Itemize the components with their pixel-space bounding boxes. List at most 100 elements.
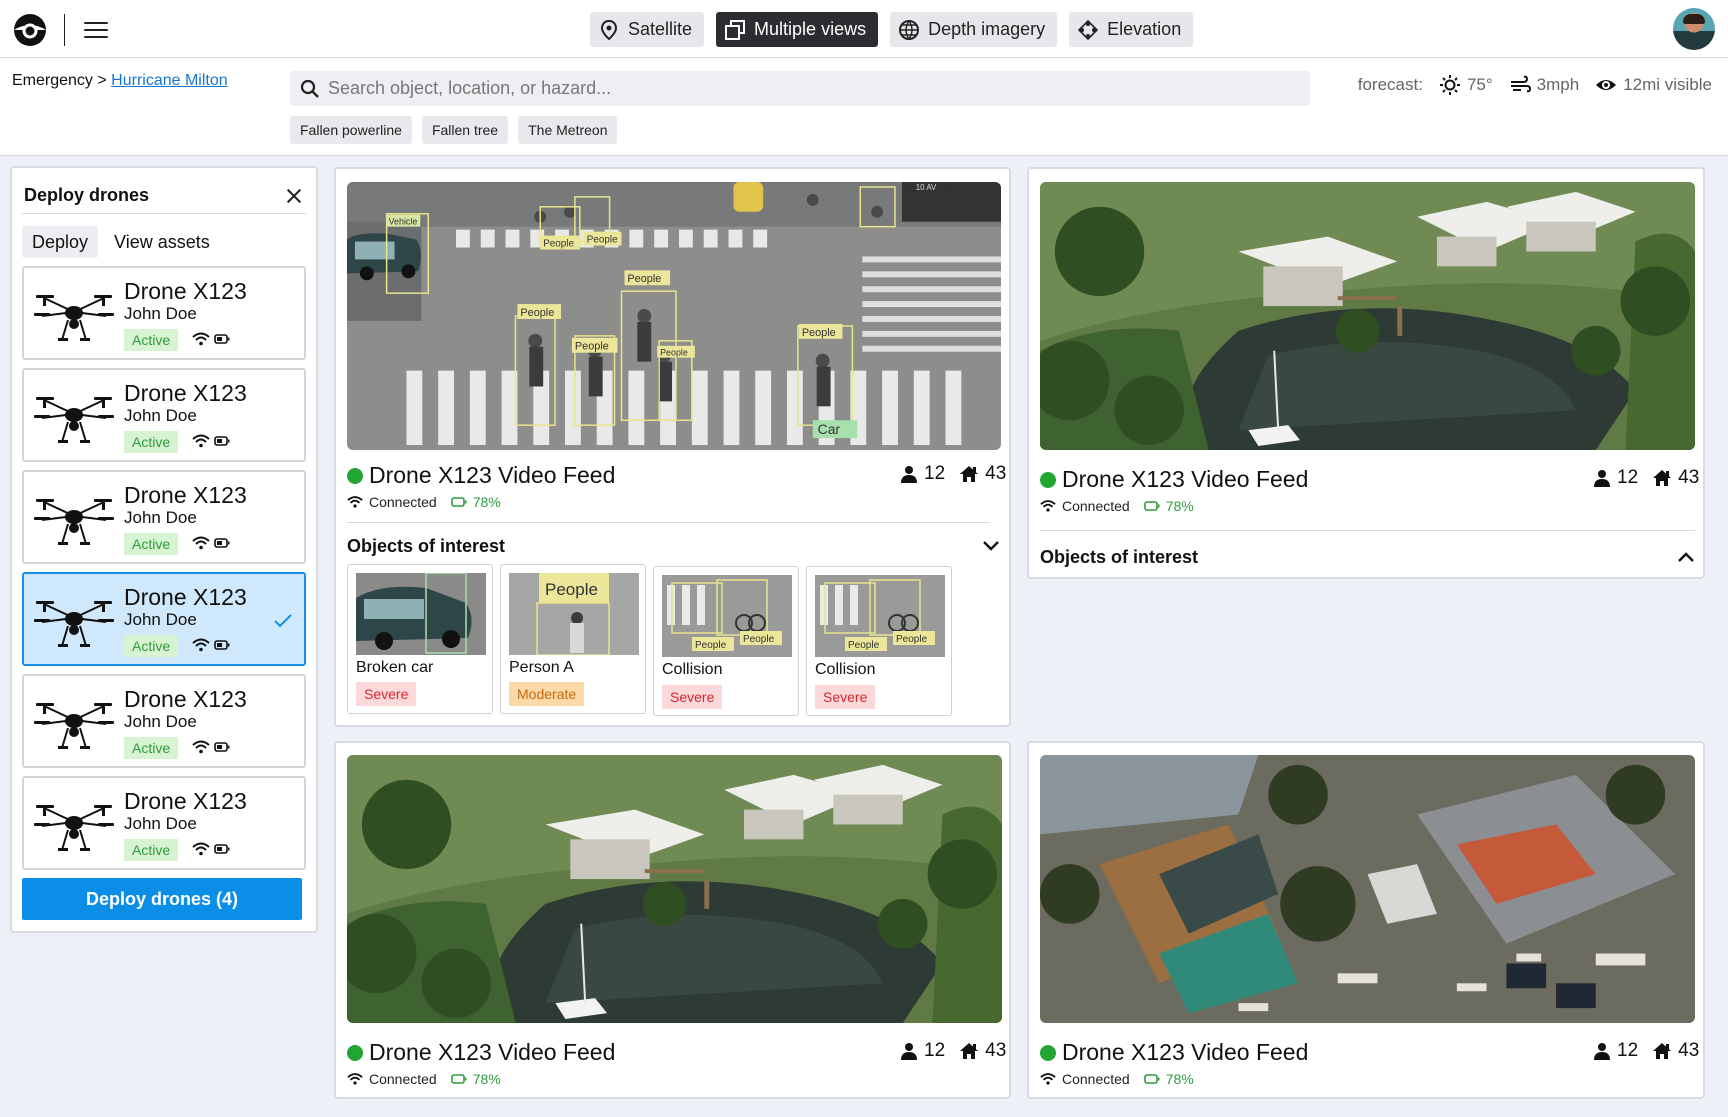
homes-count: 43 <box>985 1040 1007 1061</box>
app-logo-icon[interactable] <box>12 12 48 48</box>
wifi-icon <box>192 740 210 754</box>
damaged-roofs-aerial-image <box>1040 755 1695 1023</box>
feed-panel-3: Drone X123 Video Feed 12 43 Connected 78… <box>334 741 1011 1099</box>
feed-title-text: Drone X123 Video Feed <box>1062 1039 1309 1065</box>
people-count: 12 <box>924 1040 946 1061</box>
feed-connection-4: Connected 78% <box>1040 1071 1194 1087</box>
people-count: 12 <box>924 463 946 484</box>
home-icon <box>1652 469 1672 487</box>
location-pin-icon <box>600 19 618 40</box>
drone-card[interactable]: Drone X123 John Doe Active <box>22 266 306 360</box>
drone-name: Drone X123 <box>124 584 247 610</box>
detection-label: People <box>896 634 928 645</box>
status-badge: Active <box>124 635 179 657</box>
drone-card[interactable]: Drone X123 John Doe Active <box>22 776 306 870</box>
breadcrumb-separator: > <box>97 72 107 89</box>
drone-card[interactable]: Drone X123 John Doe Active <box>22 674 306 768</box>
severity-badge: Severe <box>815 685 876 709</box>
forecast-wind: 3mph <box>1509 74 1579 96</box>
close-icon[interactable] <box>284 186 304 206</box>
drone-card[interactable]: Drone X123 John Doe Active <box>22 368 306 462</box>
drone-card[interactable]: Drone X123 John Doe Active <box>22 572 306 666</box>
tab-view-assets[interactable]: View assets <box>104 226 220 258</box>
detection-label: People <box>848 640 880 651</box>
feed-stats-3: 12 43 <box>900 1040 1006 1062</box>
feed-title-3: Drone X123 Video Feed <box>347 1039 615 1066</box>
live-status-dot <box>1040 471 1056 488</box>
object-card-collision-1[interactable]: People People Collision Severe <box>653 566 799 716</box>
wifi-icon <box>192 434 210 448</box>
connection-status: Connected <box>1062 1071 1130 1087</box>
feed-title-text: Drone X123 Video Feed <box>369 462 616 488</box>
person-icon <box>900 1042 918 1060</box>
feed-stats-2: 12 43 <box>1593 467 1699 489</box>
drone-video-feed-2[interactable] <box>1040 182 1695 450</box>
drone-name: Drone X123 <box>124 788 247 814</box>
street-detection-image <box>347 182 1001 450</box>
object-thumbnail: People <box>509 573 639 655</box>
object-card-broken-car[interactable]: Broken car Severe <box>347 564 493 714</box>
wifi-icon <box>192 638 210 652</box>
feed-connection-2: Connected 78% <box>1040 498 1194 514</box>
drone-operator: John Doe <box>124 406 197 425</box>
object-card-person-a[interactable]: People Person A Moderate <box>500 564 646 714</box>
drone-video-feed-1[interactable] <box>347 182 1001 450</box>
feed-stats-1: 12 43 <box>900 463 1006 485</box>
battery-icon <box>214 640 230 650</box>
object-card-collision-2[interactable]: People People Collision Severe <box>806 566 952 716</box>
feed-connection-1: Connected 78% <box>347 494 501 510</box>
object-label: Collision <box>815 661 876 678</box>
battery-icon <box>214 334 230 344</box>
divider <box>347 522 990 523</box>
mode-elevation-label: Elevation <box>1107 19 1182 39</box>
drone-video-feed-3[interactable] <box>347 755 1002 1023</box>
search-bar <box>290 71 1310 106</box>
severity-badge: Moderate <box>509 682 585 706</box>
home-icon <box>959 465 979 483</box>
chip-fallen-tree[interactable]: Fallen tree <box>421 116 509 144</box>
wifi-icon <box>192 842 210 856</box>
drone-icon <box>34 286 114 344</box>
breadcrumb-current-link[interactable]: Hurricane Milton <box>111 72 227 89</box>
people-count: 12 <box>1617 467 1639 488</box>
homes-count: 43 <box>1678 1040 1700 1061</box>
object-thumbnail: People People <box>662 575 792 657</box>
battery-icon <box>451 495 467 509</box>
breadcrumb-root[interactable]: Emergency <box>12 72 93 89</box>
menu-icon[interactable] <box>84 18 108 42</box>
drone-operator: John Doe <box>124 508 197 527</box>
chip-the-metreon[interactable]: The Metreon <box>518 116 618 144</box>
panel-title: Deploy drones <box>24 185 150 205</box>
wifi-icon <box>347 1072 363 1086</box>
battery-level: 78% <box>1165 498 1194 514</box>
mode-depth-imagery-button[interactable]: Depth imagery <box>890 12 1058 47</box>
person-icon <box>1593 1042 1611 1060</box>
feed-title-1: Drone X123 Video Feed <box>347 462 615 489</box>
chip-fallen-powerline[interactable]: Fallen powerline <box>290 116 412 144</box>
chevron-up-icon[interactable] <box>1677 551 1695 563</box>
search-input[interactable] <box>328 78 1278 99</box>
chevron-down-icon[interactable] <box>982 540 1000 552</box>
connection-status: Connected <box>369 494 437 510</box>
feed-title-4: Drone X123 Video Feed <box>1040 1039 1308 1066</box>
mode-elevation-button[interactable]: Elevation <box>1069 12 1194 47</box>
wifi-icon <box>192 332 210 346</box>
drone-list: Drone X123 John Doe Active Drone X123 John D… <box>22 266 306 870</box>
mode-satellite-button[interactable]: Satellite <box>590 12 705 47</box>
visibility-value: 12mi visible <box>1623 75 1712 94</box>
panel-header: Deploy drones <box>22 178 306 214</box>
user-avatar[interactable] <box>1673 8 1715 50</box>
battery-icon <box>214 742 230 752</box>
mode-multiple-views-button[interactable]: Multiple views <box>716 12 879 47</box>
detection-label: People <box>695 640 727 651</box>
drone-icon <box>34 694 114 752</box>
battery-icon <box>1144 1072 1160 1086</box>
deploy-drones-button[interactable]: Deploy drones (4) <box>22 878 302 920</box>
wifi-icon <box>192 536 210 550</box>
drone-card[interactable]: Drone X123 John Doe Active <box>22 470 306 564</box>
objects-of-interest-title: Objects of interest <box>1040 547 1199 567</box>
status-badge: Active <box>124 839 179 861</box>
wifi-icon <box>1040 499 1056 513</box>
drone-video-feed-4[interactable] <box>1040 755 1695 1023</box>
tab-deploy[interactable]: Deploy <box>22 226 99 258</box>
